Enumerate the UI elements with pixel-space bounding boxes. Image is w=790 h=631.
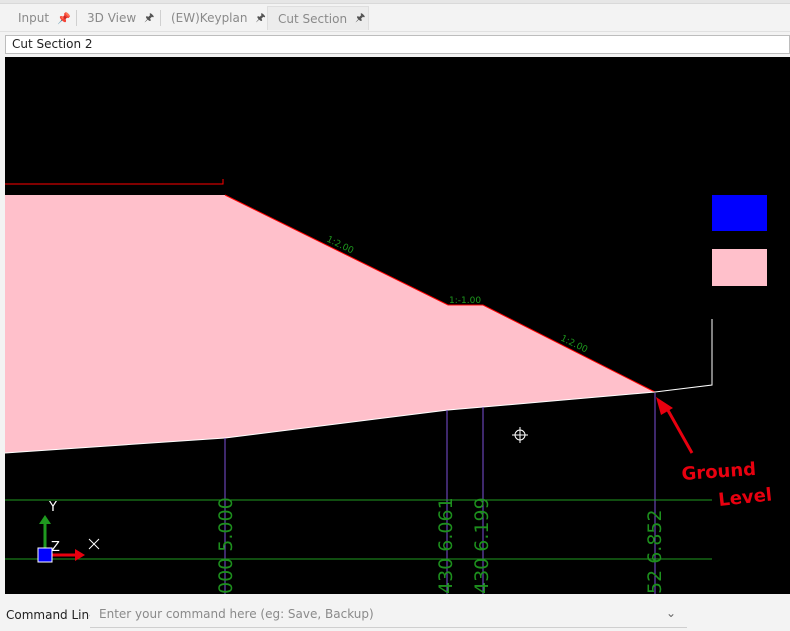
tab-cut-section[interactable]: Cut Section 🖈 bbox=[267, 6, 369, 30]
crosshair-cursor-icon bbox=[512, 427, 528, 443]
document-title: Cut Section 2 bbox=[5, 35, 790, 54]
slope-label: 1:-1.00 bbox=[449, 296, 481, 306]
tab-bar: Input 📌 3D View 🖈 (EW)Keyplan 🖈 Cut Sect… bbox=[0, 0, 790, 32]
command-input[interactable] bbox=[90, 601, 687, 628]
chainage-label: 430 6.061 bbox=[435, 497, 457, 594]
tab-input[interactable]: Input 📌 bbox=[8, 6, 79, 30]
chevron-down-icon[interactable]: ⌄ bbox=[666, 606, 676, 620]
drawing-canvas[interactable]: 1:2.00 1:-1.00 1:2.00 000 5.000 430 6.06… bbox=[5, 57, 790, 594]
road-surface-line bbox=[5, 179, 224, 185]
pin-icon[interactable]: 🖈 bbox=[255, 9, 265, 28]
tab-3d-view-label: 3D View bbox=[87, 11, 137, 25]
chainage-label: 430 6.199 bbox=[471, 497, 493, 594]
tab-ew-keyplan-label: (EW)Keyplan bbox=[171, 11, 248, 25]
tab-cut-section-label: Cut Section bbox=[278, 11, 348, 26]
fill-area bbox=[5, 195, 655, 453]
legend-fill-swatch bbox=[712, 249, 767, 286]
annotation-ground: Ground bbox=[681, 459, 757, 485]
command-bar: Command Line: ⌄ bbox=[0, 597, 790, 631]
axis-indicator-icon bbox=[37, 515, 100, 563]
chainage-label: 000 5.000 bbox=[215, 497, 237, 594]
tab-3d-view[interactable]: 3D View 🖈 bbox=[77, 6, 162, 30]
pin-icon[interactable]: 🖈 bbox=[355, 9, 365, 28]
pin-icon[interactable]: 🖈 bbox=[144, 9, 154, 28]
tab-ew-keyplan[interactable]: (EW)Keyplan 🖈 bbox=[161, 6, 274, 30]
chainage-label: 52 6.852 bbox=[644, 509, 666, 594]
annotation-arrow-icon bbox=[656, 397, 694, 454]
pinned-icon[interactable]: 📌 bbox=[57, 12, 71, 25]
axis-y-label: Y bbox=[48, 500, 57, 515]
command-line-label: Command Line: bbox=[6, 608, 101, 622]
legend-cut-swatch bbox=[712, 195, 767, 231]
annotation-level: Level bbox=[717, 484, 773, 511]
tab-bar-top-strip bbox=[0, 0, 790, 4]
cut-section-drawing: 1:2.00 1:-1.00 1:2.00 000 5.000 430 6.06… bbox=[5, 179, 773, 594]
tab-input-label: Input bbox=[18, 11, 50, 25]
axis-z-label: Z bbox=[51, 540, 60, 555]
